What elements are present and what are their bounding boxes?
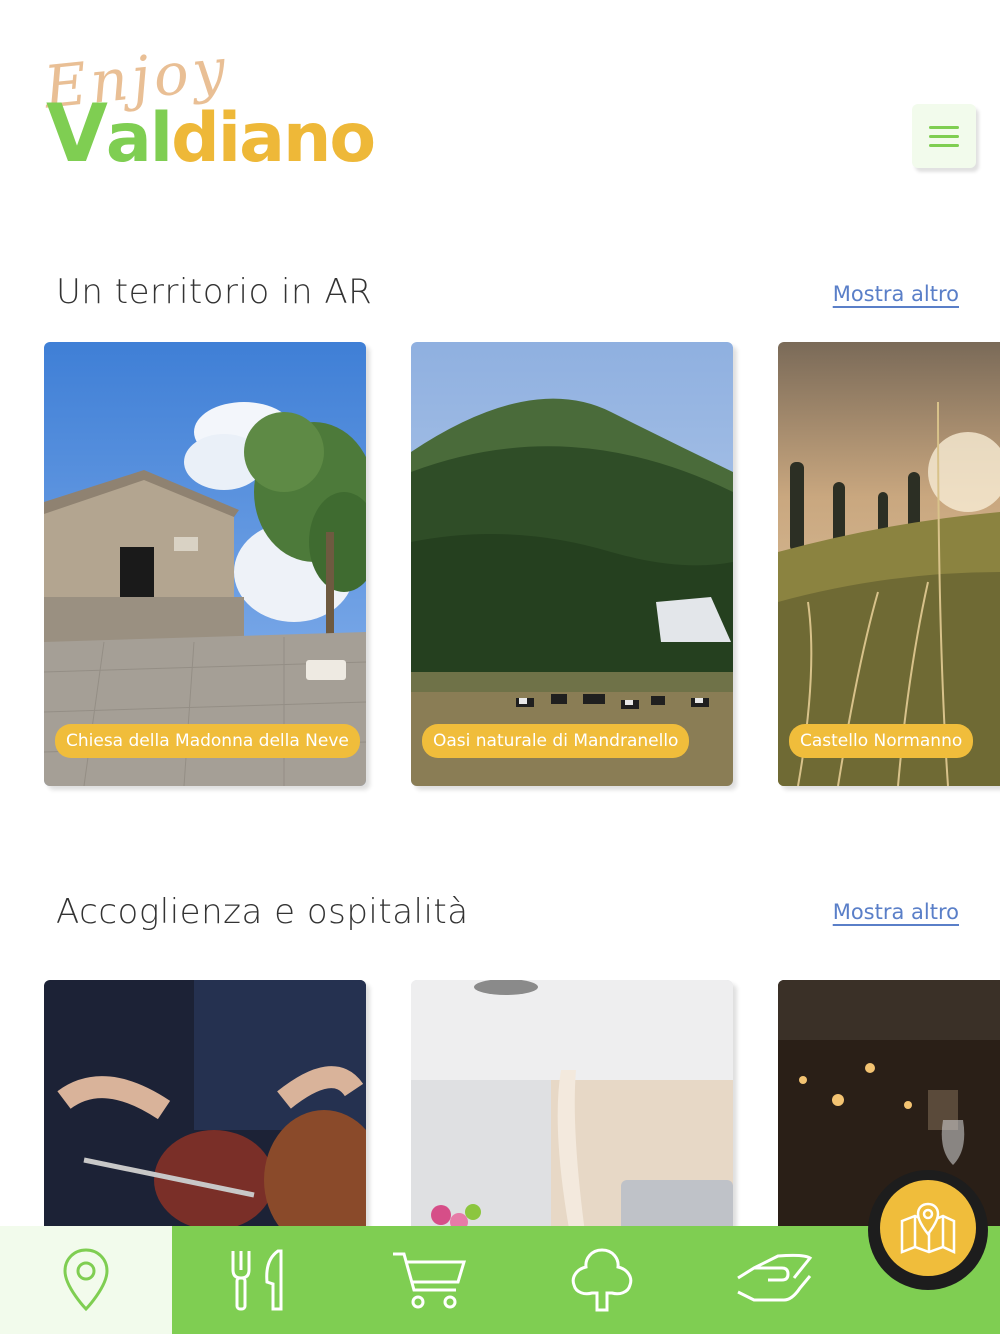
- shopping-cart-icon: [393, 1252, 467, 1309]
- nav-item-places[interactable]: [0, 1226, 172, 1334]
- card-castello-normanno[interactable]: Castello Normanno: [778, 342, 1000, 786]
- card-accoglienza-1[interactable]: [44, 980, 366, 1240]
- map-location-icon: [900, 1202, 956, 1254]
- card-oasi-mandranello[interactable]: Oasi naturale di Mandranello: [411, 342, 733, 786]
- church-photo: [44, 342, 366, 786]
- bottom-navigation: [0, 1226, 1000, 1334]
- map-fab-button[interactable]: [880, 1180, 976, 1276]
- hotel-bed-photo: [411, 980, 733, 1240]
- card-accoglienza-2[interactable]: [411, 980, 733, 1240]
- card-label: Castello Normanno: [789, 724, 974, 758]
- nav-item-shop[interactable]: [344, 1226, 516, 1334]
- hamburger-menu-button[interactable]: [912, 104, 976, 168]
- nav-item-food[interactable]: [172, 1226, 344, 1334]
- nav-item-hospitality[interactable]: [688, 1226, 860, 1334]
- show-more-link-accoglienza[interactable]: Mostra altro: [833, 900, 959, 924]
- card-chiesa-madonna-neve[interactable]: Chiesa della Madonna della Neve: [44, 342, 366, 786]
- restaurant-icon: [231, 1249, 283, 1311]
- map-pin-icon: [63, 1248, 109, 1312]
- card-label: Oasi naturale di Mandranello: [422, 724, 690, 758]
- section-title-accoglienza: Accoglienza e ospitalità: [56, 892, 469, 932]
- wheat-field-photo: [778, 342, 1000, 786]
- tree-icon: [571, 1248, 633, 1312]
- show-more-link-ar[interactable]: Mostra altro: [833, 282, 959, 306]
- card-label: Chiesa della Madonna della Neve: [55, 724, 360, 758]
- nav-item-nature[interactable]: [516, 1226, 688, 1334]
- mountain-photo: [411, 342, 733, 786]
- logo-wordmark: Valdiano: [46, 87, 376, 180]
- hamburger-menu-icon: [929, 125, 959, 129]
- app-logo[interactable]: Enjoy Valdiano: [41, 34, 376, 174]
- section-title-ar: Un territorio in AR: [56, 272, 373, 312]
- ham-slicing-photo: [44, 980, 366, 1240]
- handshake-icon: [737, 1253, 813, 1302]
